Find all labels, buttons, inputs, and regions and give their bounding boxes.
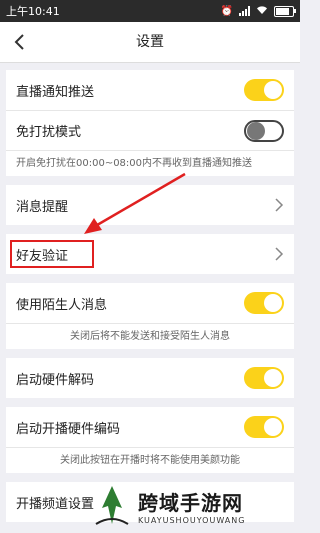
group-friend-verify: 好友验证 — [6, 234, 294, 274]
alarm-icon: ⏰ — [220, 5, 233, 17]
status-icons: ⏰ — [220, 5, 296, 18]
watermark-logo-icon — [95, 485, 129, 525]
chevron-right-icon — [275, 247, 284, 261]
signal-icon — [239, 6, 250, 16]
group-stranger: 使用陌生人消息 关闭后将不能发送和接受陌生人消息 — [6, 283, 294, 349]
chevron-right-icon — [275, 198, 284, 212]
setting-label: 直播通知推送 — [16, 84, 95, 100]
setting-label: 消息提醒 — [16, 199, 69, 215]
annotation-arrow — [84, 172, 186, 234]
watermark-cn: 跨域手游网 — [138, 490, 243, 515]
setting-hw-encode: 启动开播硬件编码 — [6, 407, 294, 447]
page-title: 设置 — [136, 34, 164, 50]
live-push-toggle[interactable] — [244, 79, 284, 101]
watermark: 跨域手游网 KUAYUSHOUYOUWANG — [92, 478, 297, 533]
group-live-push: 直播通知推送 免打扰模式 开启免打扰在00:00~08:00内不再收到直播通知推… — [6, 70, 294, 176]
settings-list: 直播通知推送 免打扰模式 开启免打扰在00:00~08:00内不再收到直播通知推… — [6, 70, 294, 531]
watermark-en: KUAYUSHOUYOUWANG — [138, 515, 246, 525]
setting-label: 开播频道设置 — [16, 496, 95, 512]
nav-bar: 设置 — [0, 22, 300, 63]
setting-hw-decode: 启动硬件解码 — [6, 358, 294, 398]
wifi-icon — [256, 5, 268, 18]
setting-label: 免打扰模式 — [16, 125, 82, 140]
status-bar: 上午10:41 ⏰ — [0, 0, 300, 22]
setting-label: 启动硬件解码 — [16, 372, 95, 388]
setting-stranger: 使用陌生人消息 — [6, 283, 294, 323]
dnd-toggle[interactable] — [244, 119, 284, 142]
hw-encode-hint: 关闭此按钮在开播时将不能使用美颜功能 — [6, 447, 294, 473]
setting-label: 好友验证 — [16, 248, 69, 264]
watermark-text: 跨域手游网 KUAYUSHOUYOUWANG — [138, 487, 245, 525]
battery-icon — [274, 5, 296, 17]
setting-dnd: 免打扰模式 — [6, 110, 294, 150]
hw-encode-toggle[interactable] — [244, 416, 284, 438]
setting-live-push: 直播通知推送 — [6, 70, 294, 110]
group-hardware: 启动硬件解码 — [6, 358, 294, 398]
setting-label: 使用陌生人消息 — [16, 297, 108, 313]
setting-label: 启动开播硬件编码 — [16, 421, 121, 437]
hw-decode-toggle[interactable] — [244, 367, 284, 389]
status-time: 上午10:41 — [6, 5, 60, 18]
group-hw-encode: 启动开播硬件编码 关闭此按钮在开播时将不能使用美颜功能 — [6, 407, 294, 473]
stranger-toggle[interactable] — [244, 292, 284, 314]
stranger-hint: 关闭后将不能发送和接受陌生人消息 — [6, 323, 294, 349]
setting-friend-verify[interactable]: 好友验证 — [6, 234, 294, 274]
